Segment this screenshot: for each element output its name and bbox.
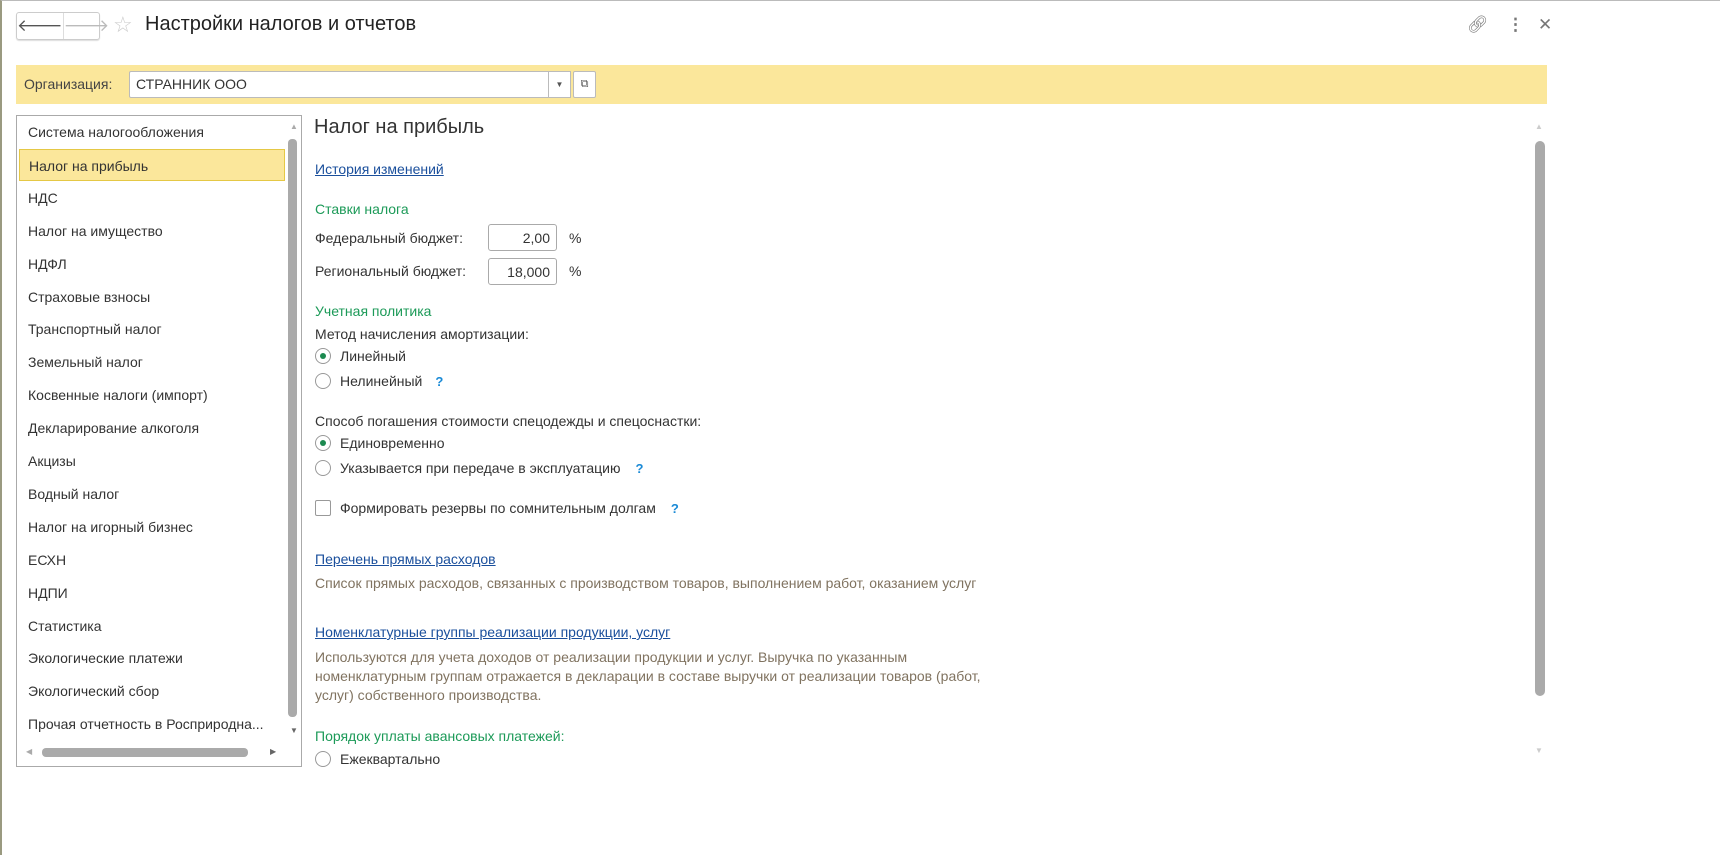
main-vertical-scrollbar[interactable]	[1535, 141, 1545, 696]
scroll-up-icon[interactable]: ▲	[290, 122, 298, 131]
radio-unchecked[interactable]	[315, 373, 331, 389]
radio-label: Нелинейный	[340, 373, 423, 389]
more-menu-icon[interactable]: ⋮	[1507, 15, 1524, 35]
sidebar-item[interactable]: Страховые взносы	[19, 281, 285, 313]
federal-rate-input[interactable]: 2,00	[488, 224, 557, 251]
help-icon[interactable]: ?	[671, 501, 679, 516]
checkbox[interactable]	[315, 500, 331, 516]
percent-label: %	[569, 230, 582, 246]
scroll-up-icon[interactable]: ▲	[1535, 122, 1543, 131]
sidebar-item[interactable]: Косвенные налоги (импорт)	[19, 379, 285, 411]
history-link[interactable]: История изменений	[315, 161, 444, 177]
regional-label: Региональный бюджет:	[315, 263, 467, 279]
direct-expenses-link[interactable]: Перечень прямых расходов	[315, 551, 496, 567]
scroll-down-icon[interactable]: ▼	[290, 726, 298, 735]
amortization-label: Метод начисления амортизации:	[315, 326, 529, 342]
forward-button[interactable]: 🡒	[62, 13, 110, 39]
sidebar-item[interactable]: Система налогообложения	[19, 116, 285, 148]
radio-label: Единовременно	[340, 435, 445, 451]
workwear-onuse-radio[interactable]: Указывается при передаче в эксплуатацию?	[315, 460, 643, 476]
sidebar-item[interactable]: Налог на прибыль	[19, 148, 285, 181]
page-title: Настройки налогов и отчетов	[145, 13, 417, 35]
sections-list: Система налогообложения Налог на прибыль Н…	[16, 115, 302, 767]
sidebar-item[interactable]: Экологический сбор	[19, 675, 285, 707]
sidebar-item[interactable]: Налог на имущество	[19, 215, 285, 247]
scroll-right-icon[interactable]: ▶	[270, 747, 276, 756]
organization-input[interactable]: СТРАННИК ООО	[129, 71, 571, 98]
sidebar-item[interactable]: Статистика	[19, 610, 285, 642]
navigation-buttons: 🡐 🡒	[16, 12, 109, 40]
workwear-label: Способ погашения стоимости спецодежды и …	[315, 413, 702, 429]
scroll-left-icon[interactable]: ◀	[26, 747, 32, 756]
sidebar-item[interactable]: Налог на игорный бизнес	[19, 511, 285, 543]
close-icon[interactable]: ✕	[1538, 15, 1552, 35]
workwear-once-radio[interactable]: Единовременно	[315, 435, 445, 451]
link-icon[interactable]: 🔗︎	[1467, 15, 1489, 35]
sidebar-item[interactable]: ЕСХН	[19, 544, 285, 576]
favorite-star-icon[interactable]: ☆	[113, 12, 133, 38]
scroll-down-icon[interactable]: ▼	[1535, 746, 1543, 755]
list-horizontal-scrollbar[interactable]	[42, 748, 248, 757]
sidebar-item[interactable]: НДФЛ	[19, 248, 285, 280]
regional-rate-input[interactable]: 18,000	[488, 258, 557, 285]
amortization-nonlinear-radio[interactable]: Нелинейный?	[315, 373, 443, 389]
open-icon: ⧉	[580, 78, 589, 90]
advance-payments-heading: Порядок уплаты авансовых платежей:	[315, 728, 565, 744]
help-icon[interactable]: ?	[435, 374, 443, 389]
help-icon[interactable]: ?	[635, 461, 643, 476]
policy-heading: Учетная политика	[315, 303, 432, 319]
organization-open-button[interactable]: ⧉	[573, 71, 596, 98]
arrow-right-icon: 🡒	[63, 16, 110, 35]
radio-label: Ежеквартально	[340, 751, 441, 767]
radio-label: Указывается при передаче в эксплуатацию	[340, 460, 621, 476]
list-vertical-scrollbar[interactable]	[288, 139, 297, 717]
arrow-left-icon: 🡐	[17, 16, 63, 35]
sidebar-item[interactable]: Прочая отчетность в Росприродна...	[19, 708, 285, 740]
organization-dropdown-button[interactable]: ▼	[548, 71, 571, 98]
sidebar-item[interactable]: НДПИ	[19, 577, 285, 609]
reserves-checkbox[interactable]: Формировать резервы по сомнительным долг…	[315, 500, 679, 516]
direct-expenses-description: Список прямых расходов, связанных с прои…	[315, 575, 977, 591]
rates-heading: Ставки налога	[315, 201, 409, 217]
back-button[interactable]: 🡐	[17, 13, 63, 39]
section-title: Налог на прибыль	[314, 116, 485, 138]
amortization-linear-radio[interactable]: Линейный	[315, 348, 406, 364]
sidebar-item[interactable]: НДС	[19, 182, 285, 214]
radio-checked[interactable]	[315, 348, 331, 364]
sidebar-item[interactable]: Декларирование алкоголя	[19, 412, 285, 444]
radio-unchecked[interactable]	[315, 751, 331, 767]
percent-label: %	[569, 263, 582, 279]
chevron-down-icon: ▼	[555, 80, 564, 89]
sidebar-item[interactable]: Акцизы	[19, 445, 285, 477]
sidebar-item[interactable]: Экологические платежи	[19, 642, 285, 674]
sidebar-item[interactable]: Транспортный налог	[19, 313, 285, 345]
sidebar-item[interactable]: Земельный налог	[19, 346, 285, 378]
nomenclature-groups-link[interactable]: Номенклатурные группы реализации продукц…	[315, 624, 670, 640]
federal-label: Федеральный бюджет:	[315, 230, 463, 246]
organization-label: Организация:	[24, 76, 113, 92]
radio-label: Линейный	[340, 348, 406, 364]
nomenclature-groups-description: Используются для учета доходов от реализ…	[315, 649, 981, 703]
checkbox-label: Формировать резервы по сомнительным долг…	[340, 500, 656, 516]
radio-checked[interactable]	[315, 435, 331, 451]
radio-unchecked[interactable]	[315, 460, 331, 476]
sidebar-item[interactable]: Водный налог	[19, 478, 285, 510]
advance-quarterly-radio[interactable]: Ежеквартально	[315, 751, 440, 767]
